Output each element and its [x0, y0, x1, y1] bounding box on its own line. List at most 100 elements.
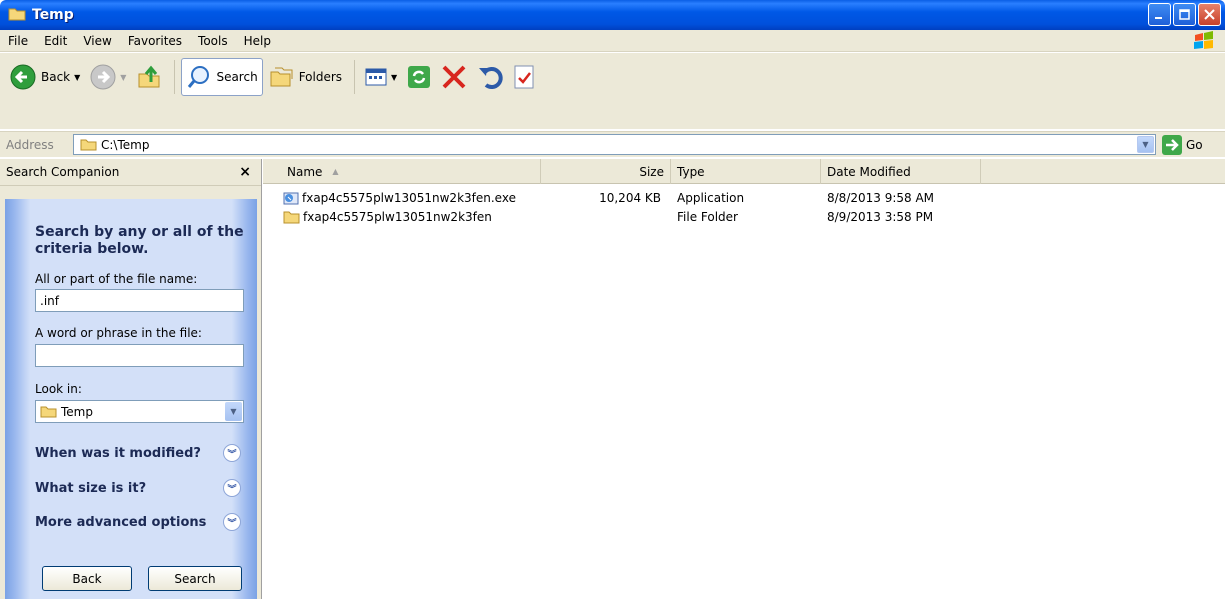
- filename-input[interactable]: .inf: [35, 289, 244, 312]
- menu-file[interactable]: File: [0, 34, 36, 48]
- address-label: Address: [6, 137, 54, 152]
- chevron-down-icon: ▼: [391, 72, 398, 82]
- sort-ascending-icon: ▲: [332, 167, 339, 176]
- when-modified-label: When was it modified?: [35, 445, 201, 461]
- delete-button[interactable]: [437, 58, 471, 96]
- file-row[interactable]: fxap4c5575plw13051nw2k3fen.exe 10,204 KB…: [263, 189, 1225, 207]
- expand-chevron-icon[interactable]: ︾: [223, 444, 241, 462]
- close-icon: [1204, 9, 1215, 20]
- menu-bar: File Edit View Favorites Tools Help: [0, 30, 1225, 52]
- pane-back-button[interactable]: Back: [42, 566, 132, 591]
- lookin-label: Look in:: [35, 382, 82, 396]
- search-heading: Search by any or all of the criteria bel…: [35, 224, 244, 257]
- filename-label: All or part of the file name:: [35, 272, 198, 286]
- go-button[interactable]: Go: [1162, 135, 1203, 155]
- maximize-icon: [1179, 9, 1190, 20]
- advanced-options-label: More advanced options: [35, 514, 207, 530]
- column-date-label: Date Modified: [827, 164, 911, 179]
- menu-edit[interactable]: Edit: [36, 34, 75, 48]
- address-path: C:\Temp: [101, 137, 150, 152]
- file-row[interactable]: fxap4c5575plw13051nw2k3fen File Folder 8…: [263, 208, 1225, 226]
- folder-icon: [40, 406, 57, 418]
- refresh-icon: [408, 66, 431, 88]
- title-bar: Temp: [0, 0, 1225, 30]
- file-size: 10,204 KB: [599, 191, 661, 205]
- back-label: Back: [41, 70, 71, 84]
- close-window-button[interactable]: [1198, 3, 1221, 26]
- filename-value: .inf: [40, 293, 59, 308]
- column-size-label: Size: [639, 164, 664, 179]
- back-arrow-icon: [10, 64, 36, 90]
- folders-label: Folders: [298, 70, 343, 84]
- folder-icon: [283, 211, 300, 224]
- chevron-down-icon: ▼: [1142, 140, 1149, 149]
- file-list-header: Name ▲ Size Type Date Modified: [263, 159, 1225, 184]
- forward-button[interactable]: ▼: [86, 58, 130, 96]
- up-folder-icon: [138, 65, 160, 88]
- column-name[interactable]: Name ▲: [263, 159, 541, 184]
- file-name: fxap4c5575plw13051nw2k3fen: [303, 210, 492, 224]
- chevron-down-icon: ▼: [225, 402, 242, 421]
- windows-logo-icon: [1194, 31, 1213, 49]
- delete-x-icon: [442, 65, 466, 89]
- phrase-label: A word or phrase in the file:: [35, 326, 202, 340]
- address-bar: Address C:\Temp ▼ Go: [0, 131, 1225, 157]
- folder-icon: [8, 7, 26, 24]
- window-title: Temp: [32, 7, 74, 23]
- file-type: File Folder: [677, 210, 738, 224]
- search-icon: [188, 66, 210, 88]
- folders-icon: [270, 67, 293, 87]
- lookin-value: Temp: [61, 404, 93, 419]
- go-arrow-icon: [1162, 135, 1182, 155]
- folders-button[interactable]: Folders: [265, 58, 346, 96]
- file-date: 8/8/2013 9:58 AM: [827, 191, 935, 205]
- column-size[interactable]: Size: [541, 159, 671, 184]
- up-folder-button[interactable]: [132, 58, 166, 96]
- phrase-input[interactable]: [35, 344, 244, 367]
- minimize-button[interactable]: [1148, 3, 1171, 26]
- pane-search-button[interactable]: Search: [148, 566, 242, 591]
- column-date[interactable]: Date Modified: [821, 159, 981, 184]
- search-panel-background: [5, 199, 257, 599]
- toolbar: Back ▼ ▼ Search Folders ▼: [0, 53, 1225, 129]
- advanced-options[interactable]: More advanced options ︾: [35, 513, 241, 531]
- expand-chevron-icon[interactable]: ︾: [223, 479, 241, 497]
- file-date: 8/9/2013 3:58 PM: [827, 210, 934, 224]
- chevron-down-icon: ▼: [74, 72, 81, 82]
- toolbar-separator: [174, 60, 176, 94]
- search-label: Search: [216, 70, 258, 84]
- folder-icon: [80, 139, 97, 151]
- forward-arrow-icon: [90, 64, 116, 90]
- go-label: Go: [1186, 138, 1203, 152]
- undo-button[interactable]: [473, 58, 507, 96]
- maximize-button[interactable]: [1173, 3, 1196, 26]
- file-type: Application: [677, 191, 745, 205]
- lookin-select[interactable]: Temp ▼: [35, 400, 244, 423]
- address-dropdown-button[interactable]: ▼: [1137, 136, 1154, 153]
- close-pane-button[interactable]: ×: [239, 164, 251, 180]
- what-size-option[interactable]: What size is it? ︾: [35, 479, 241, 497]
- address-input[interactable]: C:\Temp ▼: [73, 134, 1156, 155]
- minimize-icon: [1155, 17, 1162, 19]
- expand-chevron-icon[interactable]: ︾: [223, 513, 241, 531]
- refresh-button[interactable]: [403, 58, 435, 96]
- file-name: fxap4c5575plw13051nw2k3fen.exe: [302, 191, 516, 205]
- menu-help[interactable]: Help: [236, 34, 279, 48]
- column-type[interactable]: Type: [671, 159, 821, 184]
- menu-view[interactable]: View: [75, 34, 119, 48]
- column-name-label: Name: [287, 164, 323, 179]
- undo-icon: [479, 67, 503, 89]
- views-button[interactable]: ▼: [361, 58, 401, 96]
- pane-title: Search Companion: [6, 165, 120, 179]
- what-size-label: What size is it?: [35, 480, 147, 496]
- chevron-down-icon: ▼: [120, 72, 127, 82]
- menu-favorites[interactable]: Favorites: [120, 34, 190, 48]
- when-modified-option[interactable]: When was it modified? ︾: [35, 444, 241, 462]
- menu-tools[interactable]: Tools: [190, 34, 236, 48]
- back-button[interactable]: Back ▼: [6, 58, 84, 96]
- search-button[interactable]: Search: [181, 58, 263, 96]
- column-type-label: Type: [677, 164, 705, 179]
- properties-button[interactable]: [509, 58, 539, 96]
- toolbar-separator: [354, 60, 356, 94]
- views-icon: [365, 68, 387, 86]
